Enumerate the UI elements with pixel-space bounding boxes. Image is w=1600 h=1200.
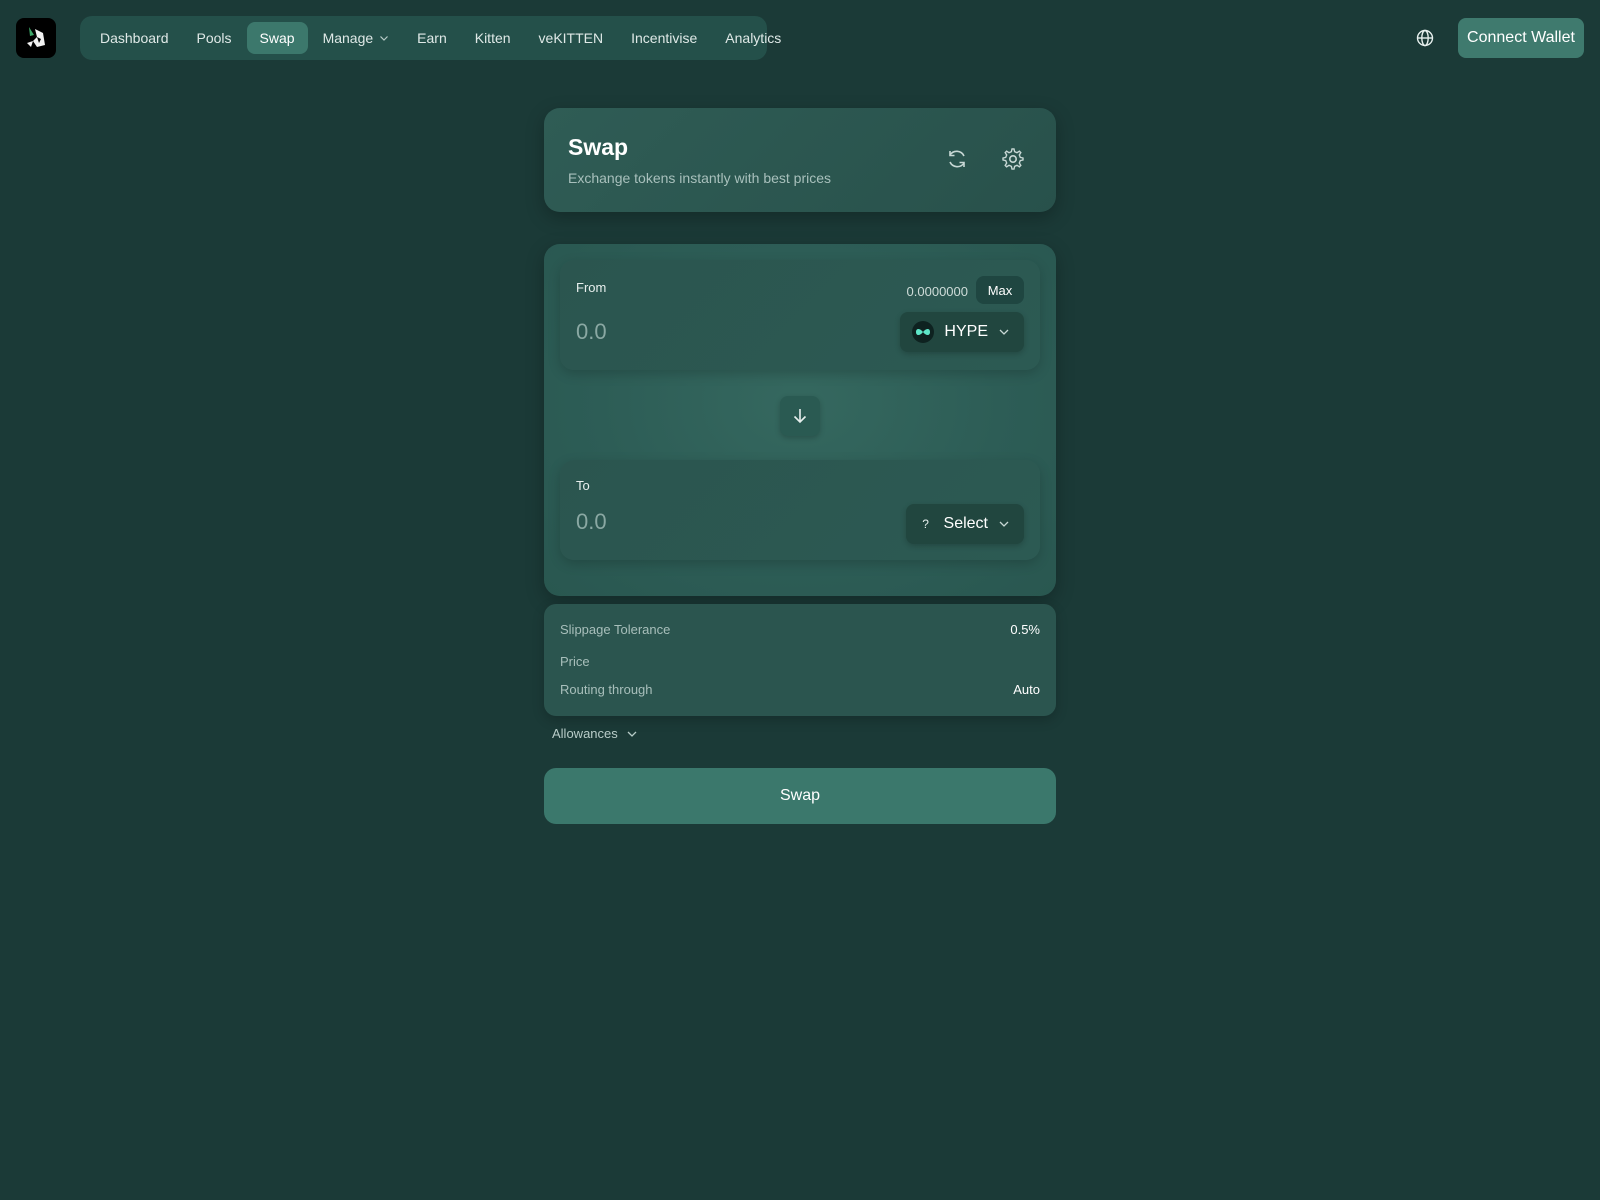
slippage-label: Slippage Tolerance	[560, 622, 671, 637]
nav-item-pools[interactable]: Pools	[184, 22, 245, 54]
arrow-down-icon	[793, 409, 807, 424]
globe-icon[interactable]	[1414, 27, 1436, 49]
routing-label: Routing through	[560, 682, 653, 697]
slippage-value: 0.5%	[1010, 622, 1040, 637]
to-panel: To ? Select	[560, 460, 1040, 560]
swap-details: Slippage Tolerance 0.5% Price Routing th…	[544, 604, 1056, 716]
nav-label: Analytics	[725, 30, 782, 46]
nav-item-vekitten[interactable]: veKITTEN	[526, 22, 617, 54]
price-row: Price	[560, 654, 1040, 669]
nav-label: Incentivise	[631, 30, 698, 46]
nav-item-kitten[interactable]: Kitten	[462, 22, 524, 54]
nav-item-earn[interactable]: Earn	[404, 22, 460, 54]
routing-value: Auto	[1013, 682, 1040, 697]
max-button[interactable]: Max	[976, 276, 1024, 304]
nav-label: Dashboard	[100, 30, 169, 46]
hype-token-icon	[912, 321, 935, 343]
swap-card: From 0.0000000 Max HYPE To ? Select	[544, 244, 1056, 596]
nav-label: Manage	[322, 30, 374, 46]
nav-item-incentivise[interactable]: Incentivise	[618, 22, 710, 54]
from-amount-input[interactable]	[576, 316, 856, 348]
nav-item-swap[interactable]: Swap	[246, 22, 308, 54]
chevron-down-icon	[627, 731, 637, 737]
nav-item-analytics[interactable]: Analytics	[712, 22, 794, 54]
kitten-logo-icon	[27, 27, 45, 47]
nav-label: Pools	[196, 30, 232, 46]
allowances-toggle[interactable]: Allowances	[552, 726, 638, 741]
flip-direction-button[interactable]	[780, 396, 820, 436]
from-token-select[interactable]: HYPE	[900, 312, 1024, 352]
to-token-select[interactable]: ? Select	[905, 504, 1024, 544]
app-logo[interactable]	[16, 18, 56, 58]
top-bar: Dashboard Pools Swap Manage Earn Kitten …	[0, 0, 1600, 76]
to-label: To	[576, 478, 590, 493]
nav-label: Swap	[259, 30, 295, 46]
routing-row: Routing through Auto	[560, 682, 1040, 697]
from-label: From	[576, 280, 607, 295]
nav-label: Kitten	[474, 30, 511, 46]
from-balance: 0.0000000	[906, 284, 968, 299]
main-nav: Dashboard Pools Swap Manage Earn Kitten …	[80, 16, 781, 60]
page-title: Swap	[568, 134, 629, 160]
chevron-down-icon	[999, 329, 1009, 335]
slippage-row: Slippage Tolerance 0.5%	[560, 622, 1040, 637]
page-subtitle: Exchange tokens instantly with best pric…	[568, 170, 832, 186]
price-label: Price	[560, 654, 590, 669]
swap-header-card: Swap Exchange tokens instantly with best…	[544, 108, 1056, 212]
refresh-icon[interactable]	[944, 146, 970, 172]
allowances-label: Allowances	[552, 726, 618, 741]
nav-item-manage[interactable]: Manage	[310, 22, 403, 54]
chevron-down-icon	[999, 521, 1009, 527]
from-panel: From 0.0000000 Max HYPE	[560, 260, 1040, 370]
nav-item-dashboard[interactable]: Dashboard	[87, 22, 182, 54]
from-token-label: HYPE	[944, 323, 988, 340]
nav-label: Earn	[417, 30, 447, 46]
connect-wallet-button[interactable]: Connect Wallet	[1458, 18, 1584, 58]
to-amount-input[interactable]	[576, 506, 856, 538]
chevron-down-icon	[380, 36, 389, 41]
swap-button[interactable]: Swap	[544, 768, 1056, 824]
unknown-token-icon: ?	[922, 517, 929, 531]
to-token-label: Select	[943, 515, 988, 532]
nav-label: veKITTEN	[538, 30, 604, 46]
gear-icon[interactable]	[1000, 146, 1026, 172]
